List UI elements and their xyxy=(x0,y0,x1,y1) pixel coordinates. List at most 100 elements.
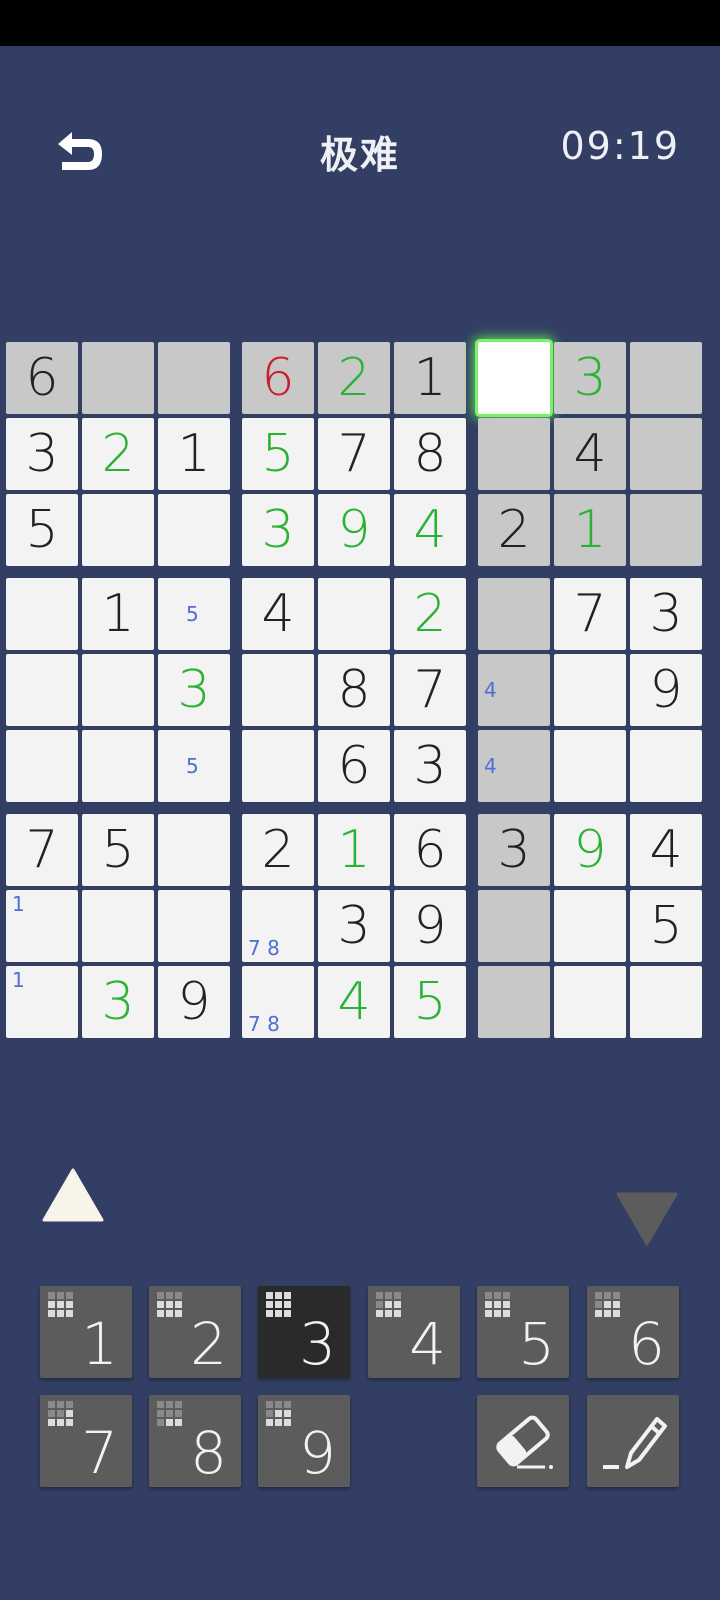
cell-r7c7[interactable]: 3 xyxy=(478,814,550,886)
cell-r8c7[interactable] xyxy=(478,890,550,962)
cell-r2c3[interactable]: 1 xyxy=(158,418,230,490)
cell-r4c7[interactable] xyxy=(478,578,550,650)
cell-r8c8[interactable] xyxy=(554,890,626,962)
cell-r2c6[interactable]: 8 xyxy=(394,418,466,490)
cell-r2c5[interactable]: 7 xyxy=(318,418,390,490)
cell-r7c6[interactable]: 6 xyxy=(394,814,466,886)
cell-r4c4[interactable]: 4 xyxy=(242,578,314,650)
back-arrow-icon[interactable] xyxy=(52,128,108,178)
cell-r9c9[interactable] xyxy=(630,966,702,1038)
cell-r1c5[interactable]: 2 xyxy=(318,342,390,414)
cell-r6c6[interactable]: 3 xyxy=(394,730,466,802)
cell-r3c8[interactable]: 1 xyxy=(554,494,626,566)
triangle-down-icon[interactable] xyxy=(614,1190,680,1248)
cell-r6c1[interactable] xyxy=(6,730,78,802)
cell-r7c1[interactable]: 7 xyxy=(6,814,78,886)
cell-r1c9[interactable] xyxy=(630,342,702,414)
number-key-1[interactable]: 1 xyxy=(40,1286,132,1378)
cell-r3c2[interactable] xyxy=(82,494,154,566)
number-key-8[interactable]: 8 xyxy=(149,1395,241,1487)
pencil-button[interactable] xyxy=(587,1395,679,1487)
cell-r2c8[interactable]: 4 xyxy=(554,418,626,490)
cell-r7c2[interactable]: 5 xyxy=(82,814,154,886)
cell-r6c7[interactable]: 4 xyxy=(478,730,550,802)
cell-r8c3[interactable] xyxy=(158,890,230,962)
cell-r5c3[interactable]: 3 xyxy=(158,654,230,726)
cell-r6c9[interactable] xyxy=(630,730,702,802)
cell-r1c2[interactable] xyxy=(82,342,154,414)
cell-r9c1[interactable]: 1 xyxy=(6,966,78,1038)
cell-r6c8[interactable] xyxy=(554,730,626,802)
cell-r8c9[interactable]: 5 xyxy=(630,890,702,962)
cell-r3c5[interactable]: 9 xyxy=(318,494,390,566)
cell-r3c4[interactable]: 3 xyxy=(242,494,314,566)
cell-r3c9[interactable] xyxy=(630,494,702,566)
cell-r3c3[interactable] xyxy=(158,494,230,566)
cell-r6c3[interactable]: 5 xyxy=(158,730,230,802)
cell-r6c4[interactable] xyxy=(242,730,314,802)
cell-r9c4[interactable]: 7 8 xyxy=(242,966,314,1038)
cell-r5c4[interactable] xyxy=(242,654,314,726)
cell-r1c4[interactable]: 6 xyxy=(242,342,314,414)
cell-r8c1[interactable]: 1 xyxy=(6,890,78,962)
number-key-7[interactable]: 7 xyxy=(40,1395,132,1487)
cell-r6c5[interactable]: 6 xyxy=(318,730,390,802)
cell-r5c2[interactable] xyxy=(82,654,154,726)
cell-r4c6[interactable]: 2 xyxy=(394,578,466,650)
number-key-3[interactable]: 3 xyxy=(258,1286,350,1378)
remaining-grid-icon xyxy=(376,1292,406,1322)
cell-r4c5[interactable] xyxy=(318,578,390,650)
cell-r3c1[interactable]: 5 xyxy=(6,494,78,566)
cell-r1c3[interactable] xyxy=(158,342,230,414)
cell-r2c2[interactable]: 2 xyxy=(82,418,154,490)
cell-r5c1[interactable] xyxy=(6,654,78,726)
cell-r5c9[interactable]: 9 xyxy=(630,654,702,726)
cell-r2c1[interactable]: 3 xyxy=(6,418,78,490)
cell-r9c8[interactable] xyxy=(554,966,626,1038)
cell-r2c9[interactable] xyxy=(630,418,702,490)
cell-r5c7[interactable]: 4 xyxy=(478,654,550,726)
cell-r8c6[interactable]: 9 xyxy=(394,890,466,962)
cell-r7c5[interactable]: 1 xyxy=(318,814,390,886)
cell-r3c6[interactable]: 4 xyxy=(394,494,466,566)
triangle-up-icon[interactable] xyxy=(40,1166,106,1224)
cell-r5c5[interactable]: 8 xyxy=(318,654,390,726)
eraser-button[interactable] xyxy=(477,1395,569,1487)
cell-r4c8[interactable]: 7 xyxy=(554,578,626,650)
cell-r7c3[interactable] xyxy=(158,814,230,886)
cell-r9c5[interactable]: 4 xyxy=(318,966,390,1038)
cell-r8c4[interactable]: 7 8 xyxy=(242,890,314,962)
cell-r7c8[interactable]: 9 xyxy=(554,814,626,886)
number-key-2[interactable]: 2 xyxy=(149,1286,241,1378)
cell-r4c9[interactable]: 3 xyxy=(630,578,702,650)
cell-r9c7[interactable] xyxy=(478,966,550,1038)
cell-r8c5[interactable]: 3 xyxy=(318,890,390,962)
cell-r9c3[interactable]: 9 xyxy=(158,966,230,1038)
cell-r1c7[interactable] xyxy=(478,342,550,414)
number-key-label: 5 xyxy=(518,1310,555,1378)
cell-r9c2[interactable]: 3 xyxy=(82,966,154,1038)
cell-r4c1[interactable] xyxy=(6,578,78,650)
cell-r8c2[interactable] xyxy=(82,890,154,962)
cell-r2c7[interactable] xyxy=(478,418,550,490)
cell-r5c8[interactable] xyxy=(554,654,626,726)
cell-r6c2[interactable] xyxy=(82,730,154,802)
cell-r2c4[interactable]: 5 xyxy=(242,418,314,490)
cell-value: 2 xyxy=(413,584,447,644)
cell-r9c6[interactable]: 5 xyxy=(394,966,466,1038)
cell-r4c2[interactable]: 1 xyxy=(82,578,154,650)
number-key-9[interactable]: 9 xyxy=(258,1395,350,1487)
cell-r1c1[interactable]: 6 xyxy=(6,342,78,414)
cell-r1c8[interactable]: 3 xyxy=(554,342,626,414)
cell-r1c6[interactable]: 1 xyxy=(394,342,466,414)
cell-r7c9[interactable]: 4 xyxy=(630,814,702,886)
number-key-4[interactable]: 4 xyxy=(368,1286,460,1378)
cell-r3c7[interactable]: 2 xyxy=(478,494,550,566)
cell-r4c3[interactable]: 5 xyxy=(158,578,230,650)
cell-r7c4[interactable]: 2 xyxy=(242,814,314,886)
remaining-grid-icon xyxy=(266,1292,296,1322)
cell-r5c6[interactable]: 7 xyxy=(394,654,466,726)
number-key-6[interactable]: 6 xyxy=(587,1286,679,1378)
number-key-5[interactable]: 5 xyxy=(477,1286,569,1378)
cell-note: 4 xyxy=(484,754,497,778)
